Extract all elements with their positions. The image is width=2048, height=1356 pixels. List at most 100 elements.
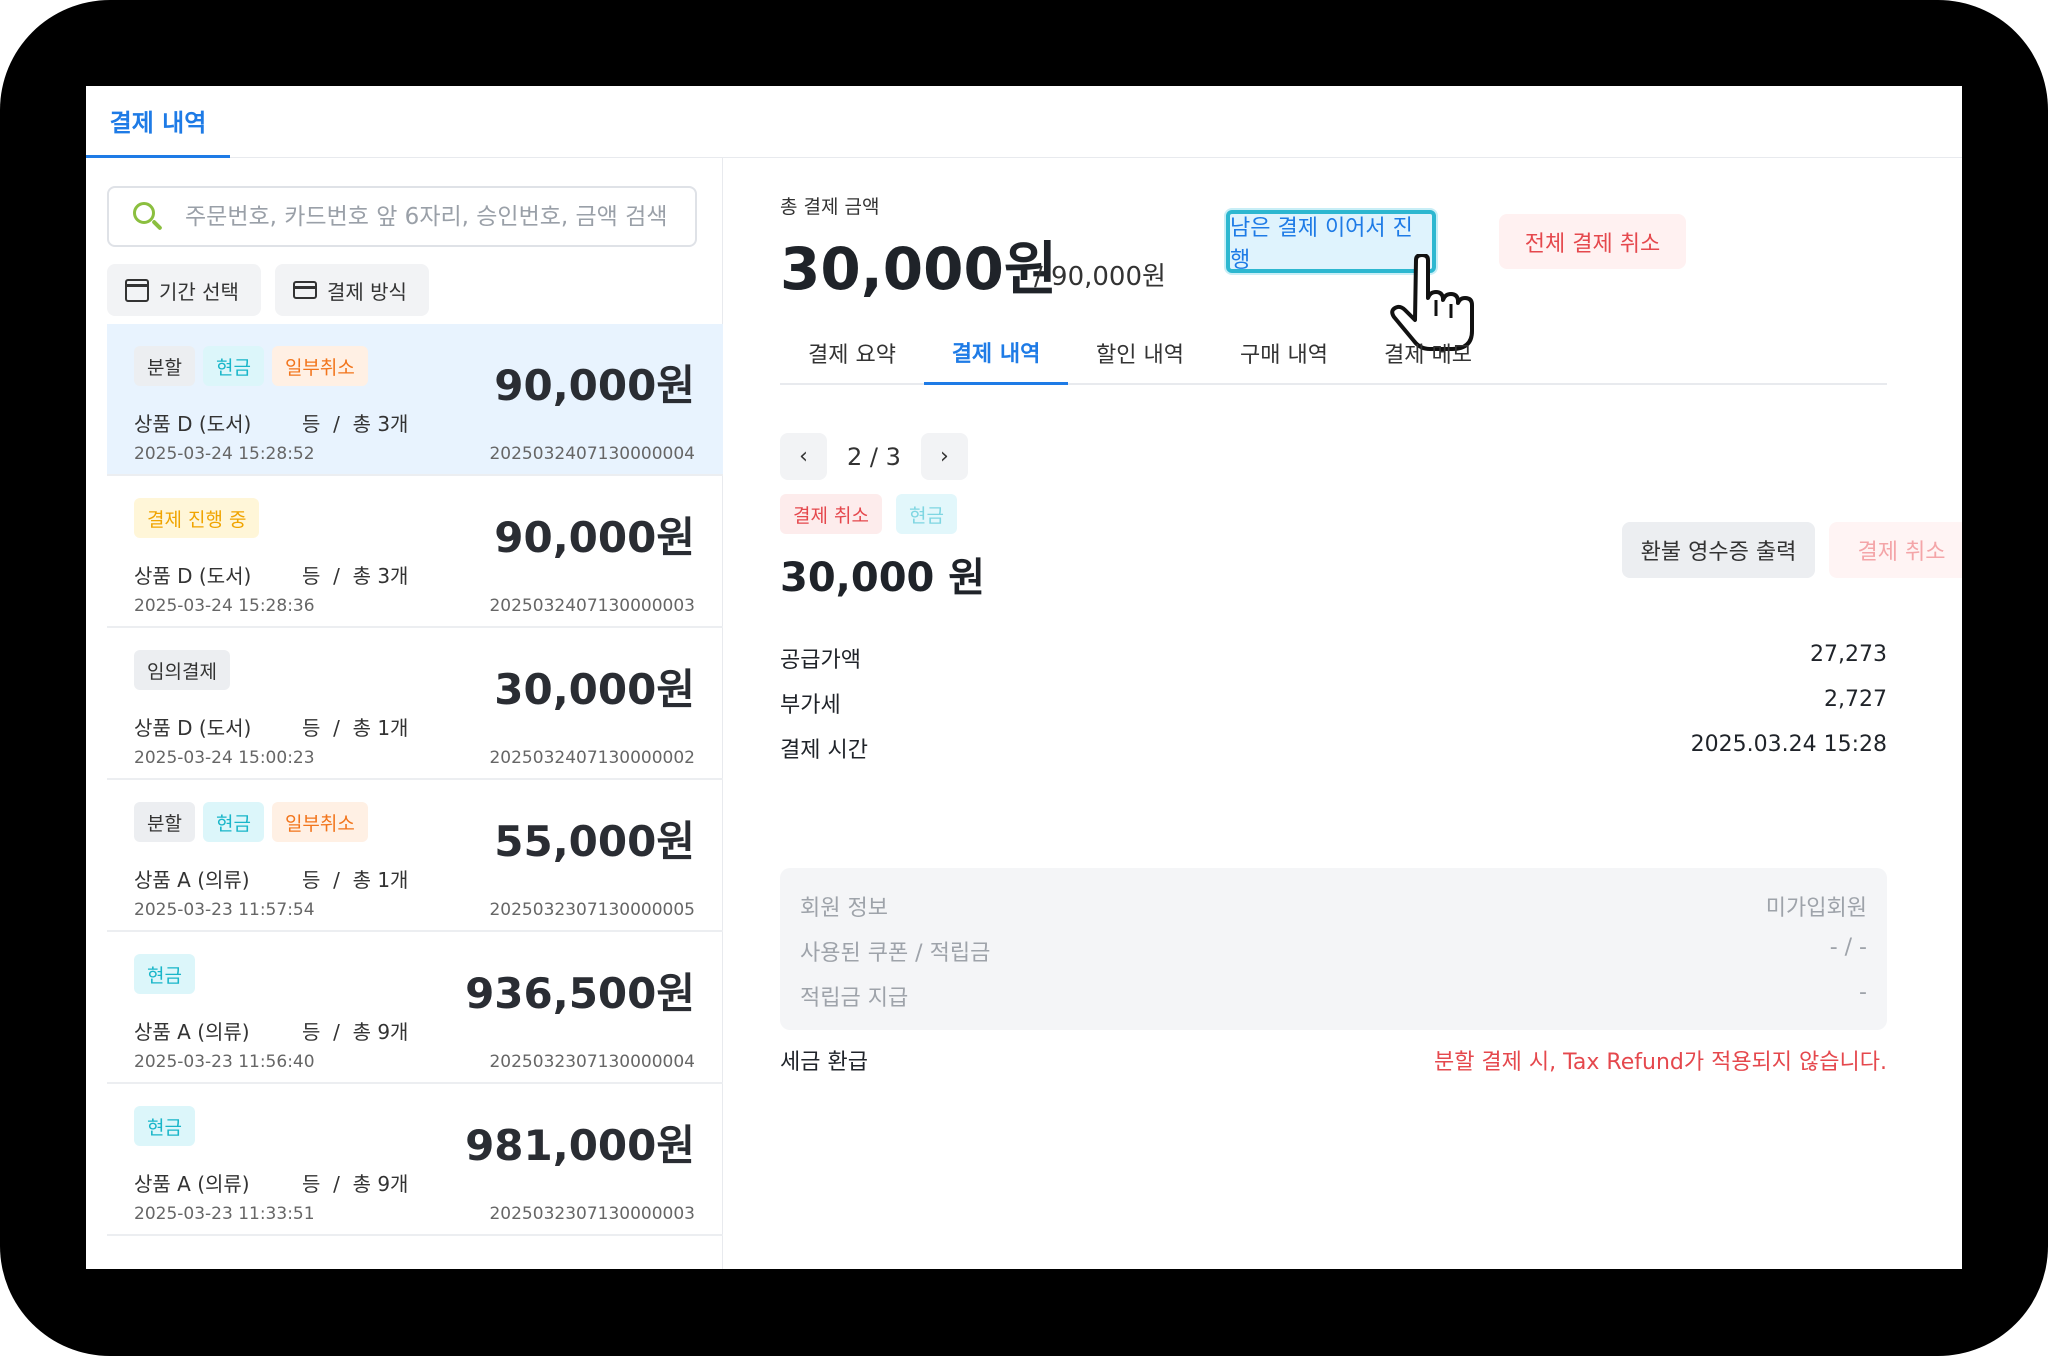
cancel-all-button[interactable]: 전체 결제 취소 <box>1499 214 1686 269</box>
item-amount: 30,000원 <box>494 665 695 714</box>
item-date: 2025-03-23 11:56:40 <box>134 1052 315 1072</box>
points-earned-row: 적립금 지급 - <box>800 980 1867 1012</box>
product-name: 상품 D (도서) <box>134 716 252 740</box>
item-order-number: 2025032307130000005 <box>489 900 695 920</box>
status-badge: 현금 <box>134 1106 195 1146</box>
item-count: 등 / 총 3개 <box>302 412 409 436</box>
detail-tab[interactable]: 결제 메모 <box>1356 321 1500 385</box>
row-value: - <box>1859 980 1867 1005</box>
status-badge: 일부취소 <box>271 346 368 386</box>
total-amount: 30,000원 <box>780 235 1058 303</box>
row-value: 2,727 <box>1824 687 1887 712</box>
status-badge: 현금 <box>134 954 195 994</box>
item-date: 2025-03-24 15:00:23 <box>134 748 315 768</box>
item-order-number: 2025032407130000002 <box>489 748 695 768</box>
item-count: 등 / 총 9개 <box>302 1172 409 1196</box>
cancel-payment-button[interactable]: 결제 취소 <box>1829 522 1962 578</box>
detail-tab[interactable]: 구매 내역 <box>1212 321 1356 385</box>
item-product: 상품 A (의류) 등 / 총 9개 <box>134 1168 408 1197</box>
period-filter-button[interactable]: 기간 선택 <box>107 264 261 316</box>
payment-amount: 30,000 원 <box>780 555 986 601</box>
item-date: 2025-03-23 11:33:51 <box>134 1204 315 1224</box>
next-page-button[interactable]: › <box>920 433 968 480</box>
item-product: 상품 A (의류) 등 / 총 9개 <box>134 1016 408 1045</box>
status-badge: 결제 진행 중 <box>134 498 260 538</box>
search-icon <box>133 201 163 232</box>
status-badge: 분할 <box>134 802 195 842</box>
page-indicator: 2 / 3 <box>847 442 901 471</box>
row-value: - / - <box>1829 935 1867 960</box>
badge-group: 결제 진행 중 <box>134 498 260 538</box>
item-product: 상품 A (의류) 등 / 총 1개 <box>134 864 408 893</box>
detail-tab[interactable]: 할인 내역 <box>1068 321 1212 385</box>
product-name: 상품 A (의류) <box>134 868 250 892</box>
item-date: 2025-03-23 11:57:54 <box>134 900 315 920</box>
app-screen: 결제 내역 기간 선택 결제 방식 분할현금일부취소90,000원상품 D (도… <box>86 86 1962 1269</box>
payment-time-row: 결제 시간 2025.03.24 15:28 <box>780 732 1887 764</box>
product-name: 상품 D (도서) <box>134 564 252 588</box>
payment-list-item[interactable]: 현금 981,000원상품 A (의류) 등 / 총 9개 2025-03-23 11… <box>107 1084 723 1236</box>
item-count: 등 / 총 1개 <box>302 868 409 892</box>
top-tab-bar: 결제 내역 <box>86 86 1962 158</box>
credit-card-icon <box>292 281 317 299</box>
search-input[interactable] <box>185 203 665 230</box>
pager: ‹ 2 / 3 › <box>780 433 968 480</box>
item-amount: 90,000원 <box>494 361 695 410</box>
detail-tab[interactable]: 결제 내역 <box>924 321 1068 385</box>
coupon-points-row: 사용된 쿠폰 / 적립금 - / - <box>800 935 1867 967</box>
row-value: 2025.03.24 15:28 <box>1690 732 1887 757</box>
total-label: 총 결제 금액 <box>780 196 880 218</box>
item-date: 2025-03-24 15:28:52 <box>134 444 315 464</box>
item-count: 등 / 총 3개 <box>302 564 409 588</box>
refund-receipt-button[interactable]: 환불 영수증 출력 <box>1622 522 1815 578</box>
search-box[interactable] <box>107 186 697 247</box>
cancel-status-badge: 결제 취소 <box>780 494 882 534</box>
badge-group: 임의결제 <box>134 650 230 690</box>
prev-page-button[interactable]: ‹ <box>780 433 827 480</box>
filter-bar: 기간 선택 결제 방식 <box>107 264 429 316</box>
member-info-box: 회원 정보 미가입회원 사용된 쿠폰 / 적립금 - / - 적립금 지급 - <box>780 868 1887 1030</box>
status-badge: 현금 <box>202 802 264 842</box>
payment-list-item[interactable]: 임의결제 30,000원 상품 D (도서) 등 / 총 1개 2025-03-24 1… <box>107 628 723 780</box>
row-label: 사용된 쿠폰 / 적립금 <box>800 941 991 966</box>
row-label: 부가세 <box>780 693 841 718</box>
tax-refund-note: 분할 결제 시, Tax Refund가 적용되지 않습니다. <box>1433 1050 1887 1075</box>
tax-refund-row: 세금 환급 분할 결제 시, Tax Refund가 적용되지 않습니다. <box>780 1044 1887 1076</box>
item-product: 상품 D (도서) 등 / 총 3개 <box>134 408 408 437</box>
payment-list-item[interactable]: 분할 현금 일부취소 90,000원 상품 D (도서) 등 / 총 3개 2025-03-… <box>107 324 723 476</box>
item-product: 상품 D (도서) 등 / 총 3개 <box>134 560 408 589</box>
payment-list-item[interactable]: 현금 936,500원 상품 A (의류) 등 / 총 9개 2025-03-23 11… <box>107 932 723 1084</box>
row-value: 27,273 <box>1810 642 1887 667</box>
device-frame: 결제 내역 기간 선택 결제 방식 분할현금일부취소90,000원상품 D (도… <box>0 0 2048 1356</box>
payment-list-item[interactable]: 결제 진행 중 90,000원 상품 D (도서) 등 / 총 3개 2025-03-2… <box>107 476 723 628</box>
calendar-icon <box>125 278 149 302</box>
status-badge: 임의결제 <box>134 650 230 690</box>
status-badge: 분할 <box>134 346 195 386</box>
method-filter-button[interactable]: 결제 방식 <box>274 264 429 316</box>
payment-list-pane: 기간 선택 결제 방식 분할현금일부취소90,000원상품 D (도서)등 / … <box>86 158 723 1269</box>
badge-group: 현금 <box>134 954 195 994</box>
cash-status-badge: 현금 <box>895 494 957 534</box>
product-name: 상품 A (의류) <box>134 1020 250 1044</box>
period-filter-label: 기간 선택 <box>159 279 239 304</box>
tax-refund-label: 세금 환급 <box>780 1050 868 1075</box>
payment-list: 분할 현금 일부취소 90,000원 상품 D (도서) 등 / 총 3개 2025-03-… <box>107 324 723 1236</box>
member-info-row: 회원 정보 미가입회원 <box>800 890 1867 922</box>
item-order-number: 2025032307130000004 <box>489 1052 695 1072</box>
detail-tab[interactable]: 결제 요약 <box>780 321 924 385</box>
payment-detail-pane: 총 결제 금액 30,000원 / 90,000원 남은 결제 이어서 진행 전… <box>723 158 1962 1269</box>
payment-list-item[interactable]: 분할 현금 일부취소 55,000원상품 A (의류) 등 / 총 1개 2025-03-… <box>107 780 723 932</box>
row-label: 회원 정보 <box>800 896 888 921</box>
row-label: 공급가액 <box>780 648 861 673</box>
row-label: 적립금 지급 <box>800 986 909 1011</box>
item-count: 등 / 총 9개 <box>302 1020 409 1044</box>
status-badge: 일부취소 <box>271 802 368 842</box>
row-label: 결제 시간 <box>780 738 868 763</box>
item-amount: 981,000원 <box>465 1121 695 1170</box>
product-name: 상품 D (도서) <box>134 412 252 436</box>
item-order-number: 2025032407130000004 <box>489 444 695 464</box>
tab-payment-history[interactable]: 결제 내역 <box>86 86 230 158</box>
badge-group: 현금 <box>134 1106 195 1146</box>
item-date: 2025-03-24 15:28:36 <box>134 596 315 616</box>
item-amount: 55,000원 <box>494 817 695 866</box>
